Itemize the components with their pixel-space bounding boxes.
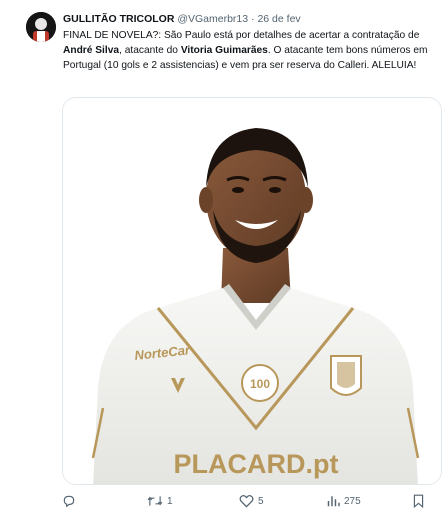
like-count: 5 (258, 495, 264, 507)
tweet-text: FINAL DE NOVELA?: São Paulo está por det… (63, 28, 435, 73)
tweet-text-part: FINAL DE NOVELA?: São Paulo está por det… (63, 30, 420, 41)
tweet-text-part: , atacante do (119, 45, 181, 56)
tweet-text-player: André Silva (63, 45, 120, 56)
bookmark-icon (413, 494, 424, 508)
avatar[interactable] (26, 12, 56, 42)
tweet-actions: 1 5 275 (62, 492, 442, 510)
views-icon (327, 496, 340, 507)
bookmark-button[interactable] (412, 492, 425, 510)
like-button[interactable]: 5 (239, 492, 264, 510)
chest-sponsor: PLACARD.pt (174, 449, 339, 479)
views-button[interactable]: 275 (326, 492, 361, 510)
tweet-text-club: Vitoria Guimarães (180, 45, 268, 56)
avatar-image (26, 12, 56, 42)
tweet-image[interactable]: NorteCar 100 PLACARD.pt (62, 97, 442, 485)
tweet-header: GULLITÃO TRICOLOR @VGamerbr13 · 26 de fe… (63, 13, 301, 25)
author-name[interactable]: GULLITÃO TRICOLOR (63, 13, 174, 25)
like-icon (239, 495, 254, 508)
views-count: 275 (344, 495, 361, 507)
tweet-card[interactable]: GULLITÃO TRICOLOR @VGamerbr13 · 26 de fe… (0, 0, 445, 521)
author-handle[interactable]: @VGamerbr13 (177, 13, 248, 25)
retweet-count: 1 (167, 495, 173, 507)
reply-button[interactable] (62, 492, 80, 510)
player-photo: NorteCar 100 PLACARD.pt (63, 98, 441, 484)
post-date[interactable]: 26 de fev (257, 13, 300, 25)
reply-icon (63, 495, 75, 508)
separator-dot: · (251, 13, 255, 25)
anniversary-badge: 100 (250, 377, 270, 391)
retweet-button[interactable]: 1 (147, 492, 173, 510)
retweet-icon (147, 496, 163, 506)
